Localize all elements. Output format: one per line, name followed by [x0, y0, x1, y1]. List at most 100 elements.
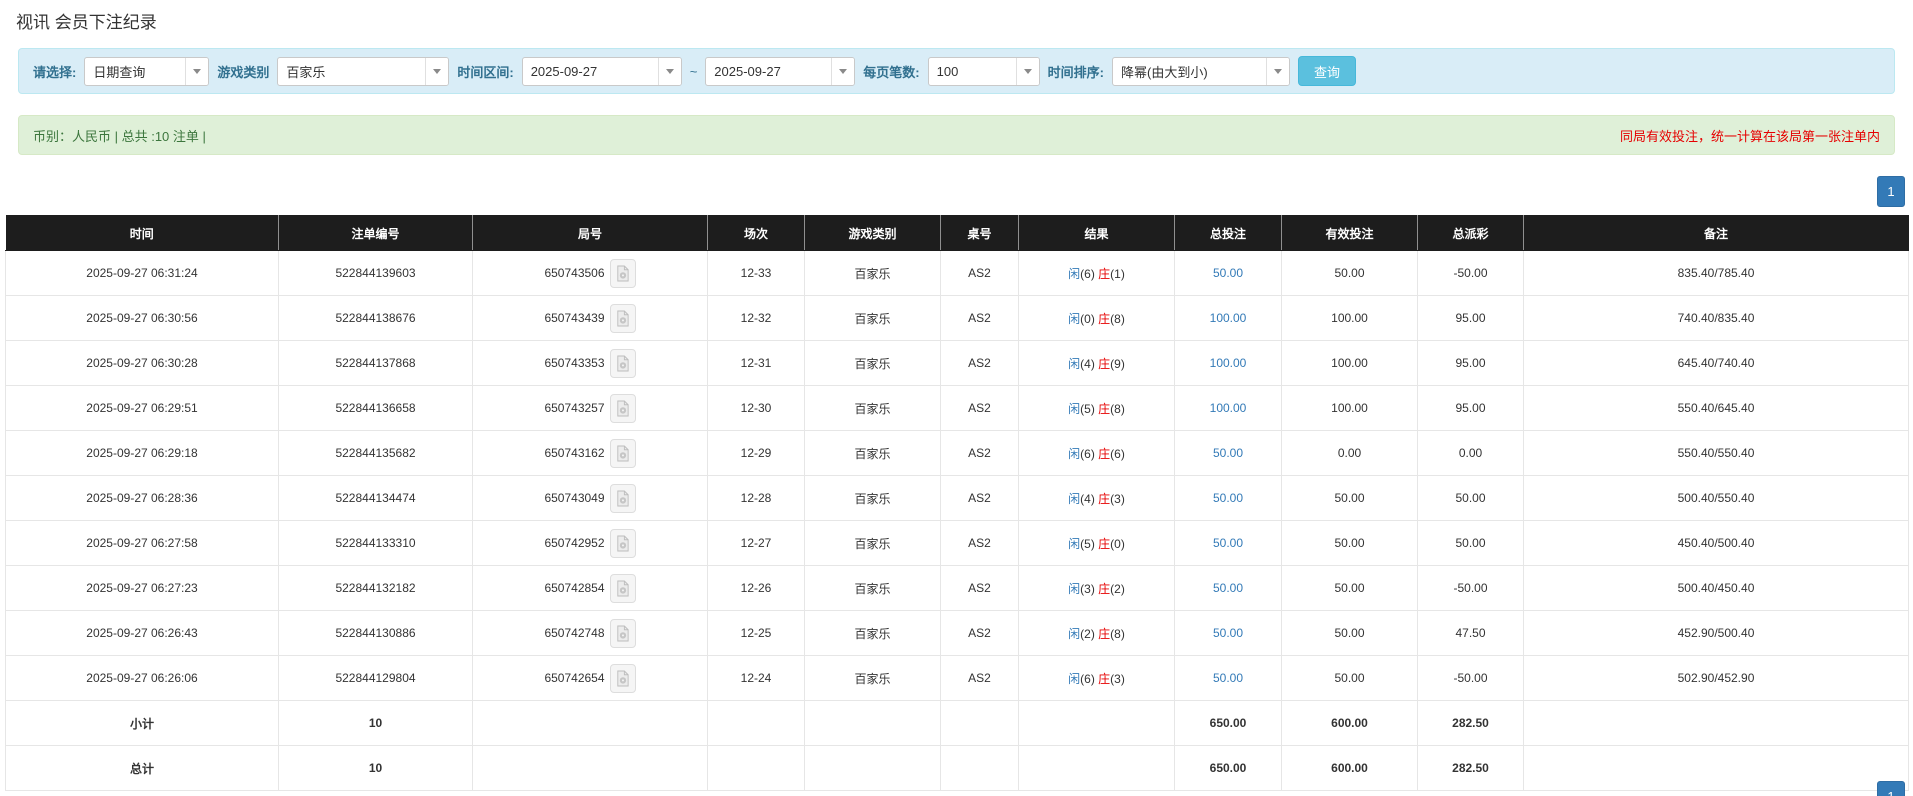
- cell-game-type: 百家乐: [805, 656, 941, 701]
- cell-bet-id: 522844130886: [279, 611, 473, 656]
- cell-valid-bet: 50.00: [1282, 251, 1418, 296]
- total-bet-link[interactable]: 50.00: [1213, 491, 1243, 505]
- search-button[interactable]: 查询: [1298, 56, 1356, 86]
- result-player-label: 闲: [1068, 402, 1080, 416]
- total-bet-link[interactable]: 50.00: [1213, 266, 1243, 280]
- cell-bet-id: 522844137868: [279, 341, 473, 386]
- film-icon: [615, 445, 630, 462]
- cell-total-bet: 50.00: [1175, 431, 1282, 476]
- column-header-5: 桌号: [941, 216, 1019, 251]
- subtotal-round: [473, 701, 708, 746]
- cell-table-no: AS2: [941, 296, 1019, 341]
- result-player-label: 闲: [1068, 627, 1080, 641]
- cell-total-bet: 50.00: [1175, 476, 1282, 521]
- result-banker-label: 庄: [1098, 447, 1110, 461]
- result-player-label: 闲: [1068, 672, 1080, 686]
- table-row: 2025-09-27 06:30:56522844138676650743439…: [6, 296, 1909, 341]
- pagination-page-1-top[interactable]: 1: [1877, 176, 1905, 207]
- filter-bar: 请选择: 日期查询 游戏类别 百家乐 时间区间: 2025-09-27 ~ 20…: [18, 48, 1895, 94]
- total-bet-link[interactable]: 50.00: [1213, 671, 1243, 685]
- cell-note: 645.40/740.40: [1524, 341, 1909, 386]
- video-replay-button[interactable]: [610, 664, 636, 693]
- result-banker-label: 庄: [1098, 357, 1110, 371]
- page-size-select[interactable]: 100: [928, 57, 1040, 86]
- cell-time: 2025-09-27 06:27:58: [6, 521, 279, 566]
- total-bet-link[interactable]: 50.00: [1213, 446, 1243, 460]
- result-banker-score: (8): [1110, 627, 1125, 641]
- video-replay-button[interactable]: [610, 259, 636, 288]
- total-session: [708, 746, 805, 791]
- query-type-select[interactable]: 日期查询: [84, 57, 209, 86]
- game-type-select[interactable]: 百家乐: [277, 57, 449, 86]
- cell-valid-bet: 50.00: [1282, 476, 1418, 521]
- video-replay-button[interactable]: [610, 304, 636, 333]
- cell-time: 2025-09-27 06:27:23: [6, 566, 279, 611]
- cell-bet-id: 522844134474: [279, 476, 473, 521]
- chevron-down-icon[interactable]: [831, 58, 854, 85]
- cell-session: 12-32: [708, 296, 805, 341]
- chevron-down-icon[interactable]: [1016, 58, 1039, 85]
- cell-game-type: 百家乐: [805, 431, 941, 476]
- cell-session: 12-33: [708, 251, 805, 296]
- video-replay-button[interactable]: [610, 574, 636, 603]
- video-replay-button[interactable]: [610, 394, 636, 423]
- subtotal-valid-bet: 600.00: [1282, 701, 1418, 746]
- cell-round-id: 650743353: [473, 341, 708, 386]
- cell-round-id: 650743257: [473, 386, 708, 431]
- records-table: 时间注单编号局号场次游戏类别桌号结果总投注有效投注总派彩备注 2025-09-2…: [5, 215, 1909, 791]
- select-type-label: 请选择:: [33, 62, 76, 81]
- cell-result: 闲(2) 庄(8): [1019, 611, 1175, 656]
- chevron-down-icon[interactable]: [425, 58, 448, 85]
- chevron-down-icon[interactable]: [185, 58, 208, 85]
- cell-payout: 47.50: [1418, 611, 1524, 656]
- cell-result: 闲(6) 庄(6): [1019, 431, 1175, 476]
- cell-round-id: 650742748: [473, 611, 708, 656]
- result-banker-score: (0): [1110, 537, 1125, 551]
- video-replay-button[interactable]: [610, 349, 636, 378]
- cell-note: 452.90/500.40: [1524, 611, 1909, 656]
- total-bet-link[interactable]: 50.00: [1213, 626, 1243, 640]
- currency-total-text: 币别：人民币 | 总共 :10 注单 |: [33, 126, 206, 145]
- date-to-select[interactable]: 2025-09-27: [705, 57, 855, 86]
- result-banker-score: (9): [1110, 357, 1125, 371]
- total-bet-link[interactable]: 100.00: [1210, 356, 1247, 370]
- cell-bet-id: 522844132182: [279, 566, 473, 611]
- cell-note: 500.40/550.40: [1524, 476, 1909, 521]
- result-banker-label: 庄: [1098, 492, 1110, 506]
- total-note: [1524, 746, 1909, 791]
- round-id-text: 650742854: [544, 581, 604, 595]
- video-replay-button[interactable]: [610, 619, 636, 648]
- chevron-down-icon[interactable]: [1266, 58, 1289, 85]
- video-replay-button[interactable]: [610, 439, 636, 468]
- subtotal-table: [941, 701, 1019, 746]
- table-row: 2025-09-27 06:29:18522844135682650743162…: [6, 431, 1909, 476]
- result-banker-label: 庄: [1098, 267, 1110, 281]
- film-icon: [615, 580, 630, 597]
- date-from-select[interactable]: 2025-09-27: [522, 57, 682, 86]
- result-player-label: 闲: [1068, 267, 1080, 281]
- cell-game-type: 百家乐: [805, 611, 941, 656]
- video-replay-button[interactable]: [610, 529, 636, 558]
- total-bet-link[interactable]: 100.00: [1210, 311, 1247, 325]
- total-bet-link[interactable]: 50.00: [1213, 536, 1243, 550]
- sort-select[interactable]: 降幂(由大到小): [1112, 57, 1290, 86]
- round-id-text: 650743439: [544, 311, 604, 325]
- pagination-page-1-bottom[interactable]: 1: [1877, 781, 1905, 796]
- total-payout: 282.50: [1418, 746, 1524, 791]
- sort-label: 时间排序:: [1048, 62, 1104, 81]
- total-bet-link[interactable]: 100.00: [1210, 401, 1247, 415]
- cell-time: 2025-09-27 06:30:56: [6, 296, 279, 341]
- cell-time: 2025-09-27 06:26:43: [6, 611, 279, 656]
- chevron-down-icon[interactable]: [658, 58, 681, 85]
- total-bet-link[interactable]: 50.00: [1213, 581, 1243, 595]
- table-row: 2025-09-27 06:27:58522844133310650742952…: [6, 521, 1909, 566]
- cell-game-type: 百家乐: [805, 296, 941, 341]
- video-replay-button[interactable]: [610, 484, 636, 513]
- cell-total-bet: 100.00: [1175, 296, 1282, 341]
- cell-round-id: 650743049: [473, 476, 708, 521]
- cell-total-bet: 50.00: [1175, 566, 1282, 611]
- cell-round-id: 650743439: [473, 296, 708, 341]
- cell-payout: -50.00: [1418, 251, 1524, 296]
- cell-note: 740.40/835.40: [1524, 296, 1909, 341]
- query-type-value: 日期查询: [85, 58, 185, 85]
